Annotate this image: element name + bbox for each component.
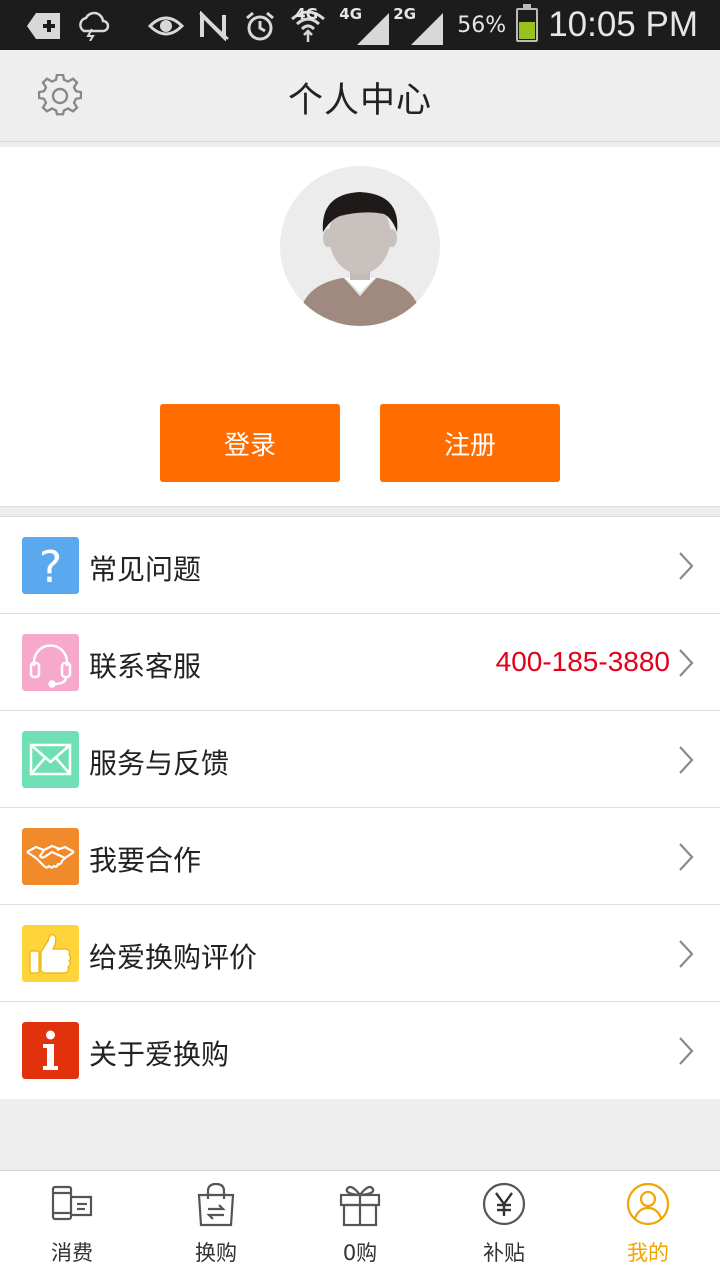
chevron-right-icon <box>679 1037 694 1065</box>
signal-icon <box>357 13 390 45</box>
menu-item-rate-app[interactable]: 给爱换购评价 <box>0 905 720 1002</box>
user-icon <box>626 1182 670 1226</box>
headset-icon <box>22 634 79 691</box>
add-notification-icon <box>27 13 60 39</box>
info-icon <box>22 1022 79 1079</box>
menu-item-label: 我要合作 <box>89 844 202 877</box>
nav-label: 我的 <box>627 1241 669 1265</box>
shopping-bag-icon <box>197 1182 235 1227</box>
eye-icon <box>148 16 184 36</box>
hotline-number[interactable]: 400-185-3880 <box>496 646 670 678</box>
question-icon: ? <box>22 537 79 594</box>
menu-item-label: 给爱换购评价 <box>89 941 258 974</box>
clock: 10:05 PM <box>548 5 698 44</box>
login-button[interactable]: 登录 <box>160 404 340 482</box>
menu-item-cooperation[interactable]: 我要合作 <box>0 808 720 905</box>
default-avatar-icon <box>302 192 418 326</box>
menu-list: ? 常见问题 联系客服 400-185-3880 服务与反馈 我要合作 给爱换购… <box>0 516 720 1099</box>
page-title: 个人中心 <box>287 81 432 121</box>
chevron-right-icon <box>679 552 694 580</box>
battery-percent: 56% <box>457 12 507 38</box>
menu-item-label: 关于爱换购 <box>89 1038 230 1071</box>
menu-item-about[interactable]: 关于爱换购 <box>0 1002 720 1099</box>
profile-section: 登录 注册 <box>0 147 720 507</box>
nav-label: 0购 <box>342 1241 378 1265</box>
nav-tab-zero-buy[interactable]: 0购 <box>288 1171 432 1280</box>
nav-tab-exchange[interactable]: 换购 <box>144 1171 288 1280</box>
chevron-right-icon <box>679 649 694 677</box>
phone-card-icon <box>51 1185 93 1221</box>
nav-tab-subsidy[interactable]: 补贴 <box>432 1171 576 1280</box>
nav-label: 换购 <box>195 1241 237 1265</box>
menu-item-label: 常见问题 <box>89 553 202 586</box>
nav-label: 消费 <box>51 1241 93 1265</box>
battery-icon <box>516 4 539 42</box>
nav-tab-consume[interactable]: 消费 <box>0 1171 144 1280</box>
handshake-icon <box>22 828 79 885</box>
chevron-right-icon <box>679 940 694 968</box>
menu-item-label: 联系客服 <box>89 650 202 683</box>
thumbs-up-icon <box>22 925 79 982</box>
menu-item-faq[interactable]: ? 常见问题 <box>0 517 720 614</box>
menu-item-feedback[interactable]: 服务与反馈 <box>0 711 720 808</box>
bottom-nav: 消费 换购 0购 补贴 我的 <box>0 1170 720 1280</box>
app-header: 个人中心 <box>0 50 720 142</box>
gift-icon <box>339 1185 381 1227</box>
mail-icon <box>22 731 79 788</box>
network-type-label: 4G <box>295 5 319 23</box>
yen-coin-icon <box>482 1182 526 1226</box>
menu-item-customer-service[interactable]: 联系客服 400-185-3880 <box>0 614 720 711</box>
chevron-right-icon <box>679 843 694 871</box>
avatar[interactable] <box>280 166 440 326</box>
menu-item-label: 服务与反馈 <box>89 747 230 780</box>
status-bar: 4G 4G 2G 56% 10:05 PM <box>0 0 720 50</box>
chevron-right-icon <box>679 746 694 774</box>
register-button[interactable]: 注册 <box>380 404 560 482</box>
cloud-storm-icon <box>79 11 110 41</box>
signal-icon <box>411 13 444 45</box>
nfc-off-icon <box>199 11 229 41</box>
svg-text:?: ? <box>39 542 62 593</box>
alarm-icon <box>246 11 274 41</box>
nav-label: 补贴 <box>483 1241 525 1265</box>
nav-tab-mine[interactable]: 我的 <box>576 1171 720 1280</box>
